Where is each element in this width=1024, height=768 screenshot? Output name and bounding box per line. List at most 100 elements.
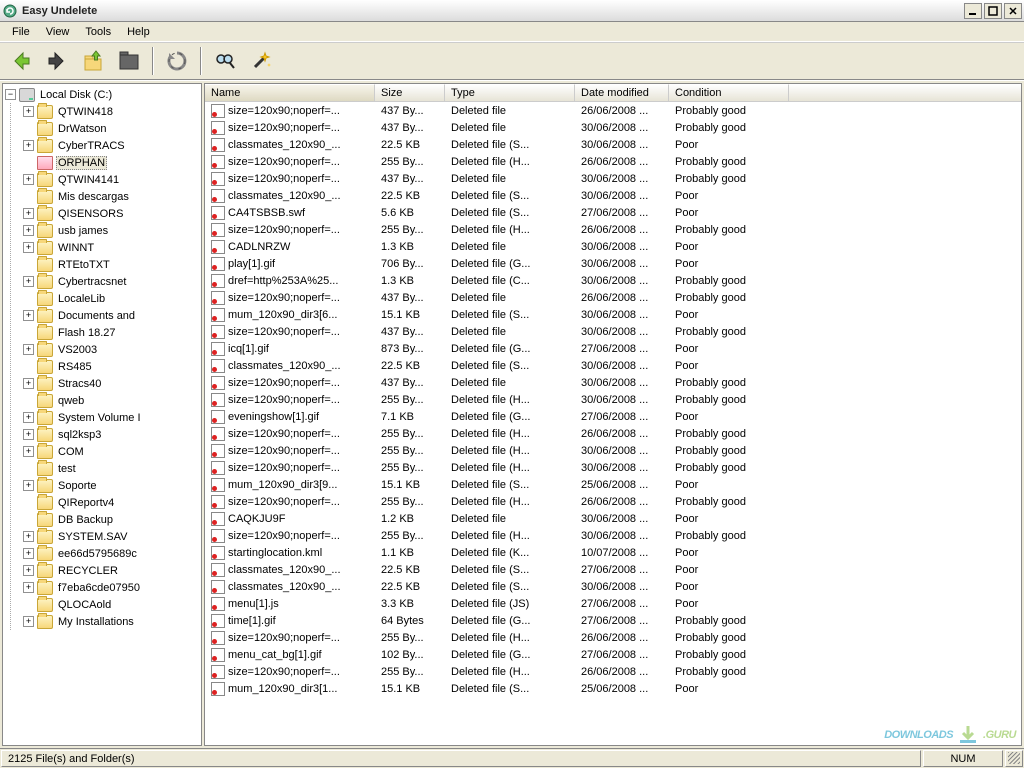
file-row[interactable]: icq[1].gif873 By...Deleted file (G...27/… bbox=[205, 340, 1021, 357]
tree-item[interactable]: +Soporte bbox=[21, 477, 201, 494]
file-row[interactable]: size=120x90;noperf=...437 By...Deleted f… bbox=[205, 374, 1021, 391]
file-row[interactable]: size=120x90;noperf=...255 By...Deleted f… bbox=[205, 391, 1021, 408]
file-row[interactable]: size=120x90;noperf=...437 By...Deleted f… bbox=[205, 102, 1021, 119]
tree-item[interactable]: +SYSTEM.SAV bbox=[21, 528, 201, 545]
up-button[interactable] bbox=[78, 46, 108, 76]
tree-item[interactable]: RTEtoTXT bbox=[21, 256, 201, 273]
tree-item[interactable]: +QTWIN418 bbox=[21, 103, 201, 120]
tree-item[interactable]: RS485 bbox=[21, 358, 201, 375]
file-row[interactable]: play[1].gif706 By...Deleted file (G...30… bbox=[205, 255, 1021, 272]
expander-icon[interactable]: + bbox=[23, 582, 34, 593]
file-row[interactable]: CA4TSBSB.swf5.6 KBDeleted file (S...27/0… bbox=[205, 204, 1021, 221]
file-row[interactable]: size=120x90;noperf=...255 By...Deleted f… bbox=[205, 221, 1021, 238]
tree-item[interactable]: QLOCAold bbox=[21, 596, 201, 613]
column-header[interactable]: Date modified bbox=[575, 84, 669, 101]
tree-item[interactable]: +Cybertracsnet bbox=[21, 273, 201, 290]
refresh-button[interactable] bbox=[162, 46, 192, 76]
tree-item[interactable]: Mis descargas bbox=[21, 188, 201, 205]
expander-icon[interactable]: + bbox=[23, 616, 34, 627]
expander-icon[interactable]: + bbox=[23, 174, 34, 185]
file-row[interactable]: eveningshow[1].gif7.1 KBDeleted file (G.… bbox=[205, 408, 1021, 425]
wizard-button[interactable] bbox=[246, 46, 276, 76]
file-row[interactable]: mum_120x90_dir3[9...15.1 KBDeleted file … bbox=[205, 476, 1021, 493]
tree-root-item[interactable]: − Local Disk (C:) bbox=[3, 86, 201, 103]
file-row[interactable]: classmates_120x90_...22.5 KBDeleted file… bbox=[205, 357, 1021, 374]
file-row[interactable]: classmates_120x90_...22.5 KBDeleted file… bbox=[205, 136, 1021, 153]
expander-icon[interactable]: + bbox=[23, 276, 34, 287]
column-header[interactable]: Condition bbox=[669, 84, 789, 101]
file-row[interactable]: size=120x90;noperf=...255 By...Deleted f… bbox=[205, 493, 1021, 510]
file-row[interactable]: size=120x90;noperf=...255 By...Deleted f… bbox=[205, 527, 1021, 544]
column-header[interactable]: Size bbox=[375, 84, 445, 101]
file-row[interactable]: CAQKJU9F1.2 KBDeleted file30/06/2008 ...… bbox=[205, 510, 1021, 527]
tree-item[interactable]: +Stracs40 bbox=[21, 375, 201, 392]
file-row[interactable]: size=120x90;noperf=...255 By...Deleted f… bbox=[205, 153, 1021, 170]
list-body[interactable]: size=120x90;noperf=...437 By...Deleted f… bbox=[205, 102, 1021, 745]
file-row[interactable]: classmates_120x90_...22.5 KBDeleted file… bbox=[205, 578, 1021, 595]
expander-icon[interactable]: + bbox=[23, 140, 34, 151]
tree-item[interactable]: +System Volume I bbox=[21, 409, 201, 426]
expander-icon[interactable]: + bbox=[23, 446, 34, 457]
expander-icon[interactable]: + bbox=[23, 378, 34, 389]
menu-tools[interactable]: Tools bbox=[77, 24, 119, 40]
file-row[interactable]: size=120x90;noperf=...437 By...Deleted f… bbox=[205, 289, 1021, 306]
resize-grip[interactable] bbox=[1005, 750, 1023, 767]
tree-item[interactable]: DrWatson bbox=[21, 120, 201, 137]
file-row[interactable]: size=120x90;noperf=...255 By...Deleted f… bbox=[205, 663, 1021, 680]
file-row[interactable]: mum_120x90_dir3[6...15.1 KBDeleted file … bbox=[205, 306, 1021, 323]
tree-item[interactable]: +COM bbox=[21, 443, 201, 460]
tree-item[interactable]: +ee66d5795689c bbox=[21, 545, 201, 562]
tree-item[interactable]: LocaleLib bbox=[21, 290, 201, 307]
file-row[interactable]: classmates_120x90_...22.5 KBDeleted file… bbox=[205, 561, 1021, 578]
tree-item[interactable]: +Documents and bbox=[21, 307, 201, 324]
file-row[interactable]: menu_cat_bg[1].gif102 By...Deleted file … bbox=[205, 646, 1021, 663]
file-row[interactable]: size=120x90;noperf=...437 By...Deleted f… bbox=[205, 170, 1021, 187]
tree-item[interactable]: +VS2003 bbox=[21, 341, 201, 358]
tree-item[interactable]: +CyberTRACS bbox=[21, 137, 201, 154]
folder-button[interactable] bbox=[114, 46, 144, 76]
tree-item[interactable]: +RECYCLER bbox=[21, 562, 201, 579]
minimize-button[interactable] bbox=[964, 3, 982, 19]
expander-icon[interactable]: + bbox=[23, 531, 34, 542]
expander-icon[interactable]: + bbox=[23, 429, 34, 440]
tree-item[interactable]: QIReportv4 bbox=[21, 494, 201, 511]
file-row[interactable]: CADLNRZW1.3 KBDeleted file30/06/2008 ...… bbox=[205, 238, 1021, 255]
tree-item[interactable]: +QTWIN4141 bbox=[21, 171, 201, 188]
tree-item[interactable]: test bbox=[21, 460, 201, 477]
tree-item[interactable]: ORPHAN bbox=[21, 154, 201, 171]
tree-item[interactable]: qweb bbox=[21, 392, 201, 409]
folder-tree[interactable]: − Local Disk (C:) +QTWIN418DrWatson+Cybe… bbox=[2, 83, 202, 746]
file-row[interactable]: startinglocation.kml1.1 KBDeleted file (… bbox=[205, 544, 1021, 561]
file-row[interactable]: mum_120x90_dir3[1...15.1 KBDeleted file … bbox=[205, 680, 1021, 697]
forward-button[interactable] bbox=[42, 46, 72, 76]
expander-icon[interactable]: + bbox=[23, 412, 34, 423]
file-row[interactable]: size=120x90;noperf=...255 By...Deleted f… bbox=[205, 629, 1021, 646]
tree-item[interactable]: Flash 18.27 bbox=[21, 324, 201, 341]
tree-item[interactable]: DB Backup bbox=[21, 511, 201, 528]
expander-icon[interactable]: + bbox=[23, 310, 34, 321]
maximize-button[interactable] bbox=[984, 3, 1002, 19]
tree-item[interactable]: +sql2ksp3 bbox=[21, 426, 201, 443]
expander-icon[interactable]: + bbox=[23, 106, 34, 117]
tree-item[interactable]: +WINNT bbox=[21, 239, 201, 256]
close-button[interactable] bbox=[1004, 3, 1022, 19]
column-header[interactable]: Type bbox=[445, 84, 575, 101]
expander-icon[interactable]: − bbox=[5, 89, 16, 100]
back-button[interactable] bbox=[6, 46, 36, 76]
expander-icon[interactable]: + bbox=[23, 565, 34, 576]
expander-icon[interactable]: + bbox=[23, 225, 34, 236]
tree-item[interactable]: +My Installations bbox=[21, 613, 201, 630]
expander-icon[interactable]: + bbox=[23, 480, 34, 491]
file-row[interactable]: size=120x90;noperf=...255 By...Deleted f… bbox=[205, 425, 1021, 442]
file-row[interactable]: size=120x90;noperf=...437 By...Deleted f… bbox=[205, 323, 1021, 340]
search-button[interactable] bbox=[210, 46, 240, 76]
file-row[interactable]: dref=http%253A%25...1.3 KBDeleted file (… bbox=[205, 272, 1021, 289]
menu-help[interactable]: Help bbox=[119, 24, 158, 40]
tree-item[interactable]: +QISENSORS bbox=[21, 205, 201, 222]
expander-icon[interactable]: + bbox=[23, 344, 34, 355]
expander-icon[interactable]: + bbox=[23, 548, 34, 559]
column-header[interactable]: Name bbox=[205, 84, 375, 101]
menu-file[interactable]: File bbox=[4, 24, 38, 40]
file-row[interactable]: size=120x90;noperf=...255 By...Deleted f… bbox=[205, 442, 1021, 459]
file-row[interactable]: menu[1].js3.3 KBDeleted file (JS)27/06/2… bbox=[205, 595, 1021, 612]
